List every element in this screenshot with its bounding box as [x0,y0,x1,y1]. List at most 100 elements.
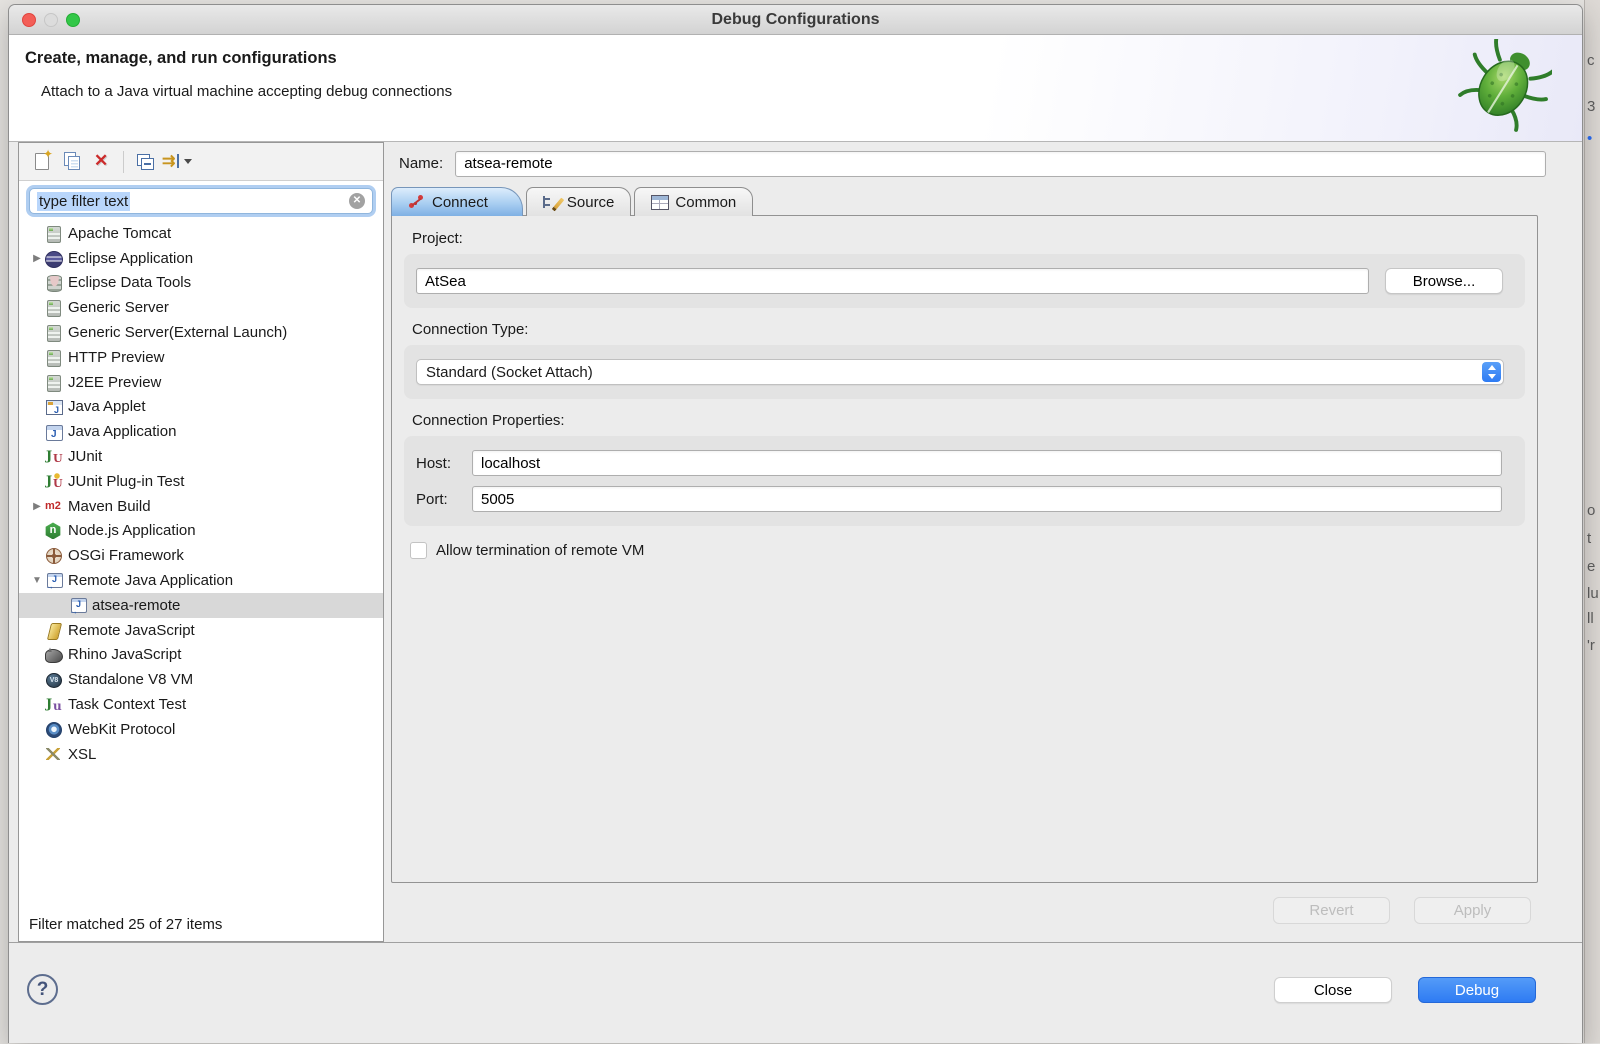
tree-item-junit[interactable]: JUnit [19,444,383,469]
apply-button[interactable]: Apply [1414,897,1531,924]
tree-item-label: Standalone V8 VM [68,671,193,688]
window-title: Debug Configurations [712,11,880,29]
rhino-icon [45,646,62,663]
tab-label: Source [567,194,615,211]
disclosure-triangle[interactable]: ▼ [29,575,45,586]
zoom-window-icon[interactable] [66,13,80,27]
tree-item-label: XSL [68,746,96,763]
project-field[interactable] [416,268,1369,294]
xsl-icon [45,746,62,763]
dialog-footer: ? Close Debug [9,942,1582,1044]
background-text-fragment: o [1587,502,1595,519]
collapse-all-button[interactable] [132,149,158,175]
connection-type-value: Standard (Socket Attach) [426,364,593,381]
allow-termination-checkbox[interactable] [410,542,427,559]
dropdown-caret-icon [184,159,192,164]
tree-item-remote-javascript[interactable]: Remote JavaScript [19,618,383,643]
tree-item-label: atsea-remote [92,597,180,614]
tree-item-eclipse-data-tools[interactable]: Eclipse Data Tools [19,271,383,296]
tree-item-j2ee-preview[interactable]: J2EE Preview [19,370,383,395]
tree-item-webkit-protocol[interactable]: WebKit Protocol [19,717,383,742]
tree-item-apache-tomcat[interactable]: Apache Tomcat [19,221,383,246]
collapse-all-icon [141,158,154,170]
new-configuration-button[interactable] [29,149,55,175]
background-text-fragment: lu [1587,585,1599,602]
tree-item-task-context-test[interactable]: Task Context Test [19,692,383,717]
connection-properties-label: Connection Properties: [412,412,1525,429]
tree-item-remote-java-application[interactable]: ▼→Remote Java Application [19,568,383,593]
tab-source[interactable]: Source [526,187,632,216]
browse-button[interactable]: Browse... [1385,268,1503,294]
host-field[interactable] [472,450,1502,476]
background-text-fragment: c [1587,52,1595,69]
port-field[interactable] [472,486,1502,512]
help-button[interactable]: ? [27,974,58,1005]
tree-item-rhino-javascript[interactable]: Rhino JavaScript [19,643,383,668]
tree-item-java-application[interactable]: Java Application [19,419,383,444]
applet-icon [45,398,62,415]
tree-item-xsl[interactable]: XSL [19,742,383,767]
tree-item-generic-server[interactable]: Generic Server [19,295,383,320]
tree-item-generic-server-external-launch[interactable]: Generic Server(External Launch) [19,320,383,345]
remote-js-icon [45,622,62,639]
eclipse-icon [45,250,62,267]
background-window-sliver: c3•otelull'r [1584,0,1600,1043]
tree-item-eclipse-application[interactable]: ▶ Eclipse Application [19,246,383,271]
tree-item-label: Java Applet [68,398,146,415]
background-text-fragment: t [1587,530,1591,547]
disclosure-triangle[interactable]: ▶ [29,253,45,264]
titlebar[interactable]: Debug Configurations [9,5,1582,35]
tree-item-label: WebKit Protocol [68,721,175,738]
server-icon [45,225,62,242]
configurations-sidebar: type filter text ✕ Apache Tomcat ▶ Eclipse… [18,142,384,942]
tree-item-label: Eclipse Application [68,250,193,267]
tree-item-maven-build[interactable]: ▶Maven Build [19,494,383,519]
nodejs-icon [45,522,62,539]
tree-item-label: JUnit Plug-in Test [68,473,184,490]
minimize-window-icon[interactable] [44,13,58,27]
clear-icon[interactable]: ✕ [349,193,365,209]
tree-item-label: HTTP Preview [68,349,164,366]
tree-item-label: Rhino JavaScript [68,646,181,663]
revert-button[interactable]: Revert [1273,897,1390,924]
debug-bug-icon [1456,39,1552,135]
filter-input[interactable]: type filter text ✕ [29,188,373,214]
tab-label: Common [675,194,736,211]
debug-button[interactable]: Debug [1418,977,1536,1003]
tree-item-java-applet[interactable]: Java Applet [19,395,383,420]
background-text-fragment: 3 [1587,98,1595,115]
tab-connect[interactable]: Connect [391,187,523,216]
duplicate-configuration-button[interactable] [59,149,85,175]
tree-item-atsea-remote[interactable]: → atsea-remote [19,593,383,618]
common-icon [651,194,668,210]
banner-subtitle: Attach to a Java virtual machine accepti… [41,83,452,100]
name-field[interactable] [455,151,1546,177]
project-group: Browse... [404,254,1525,308]
close-window-icon[interactable] [22,13,36,27]
remote-java-icon: → [69,597,86,614]
v8-icon [45,671,62,688]
tree-item-label: Node.js Application [68,522,196,539]
close-button[interactable]: Close [1274,977,1392,1003]
connect-icon [408,194,425,210]
filter-configurations-button[interactable] [162,149,192,175]
tree-item-label: Java Application [68,423,176,440]
tree-item-http-preview[interactable]: HTTP Preview [19,345,383,370]
connection-properties-group: Host: Port: [404,436,1525,526]
filter-input-value: type filter text [37,192,130,211]
sidebar-toolbar [19,143,383,181]
tab-label: Connect [432,194,488,211]
tree-item-node-js-application[interactable]: Node.js Application [19,519,383,544]
tree-item-osgi-framework[interactable]: OSGi Framework [19,543,383,568]
configuration-detail-panel: Name: ConnectSourceCommon Project: Brows… [391,142,1546,942]
disclosure-triangle[interactable]: ▶ [29,501,45,512]
tree-item-label: Eclipse Data Tools [68,274,191,291]
delete-configuration-button[interactable] [89,149,115,175]
toolbar-separator [123,151,124,173]
debug-configurations-dialog: Debug Configurations Create, manage, and… [8,4,1583,1043]
tab-common[interactable]: Common [634,187,753,216]
tree-item-standalone-v8-vm[interactable]: Standalone V8 VM [19,667,383,692]
connection-type-select[interactable]: Standard (Socket Attach) [416,359,1504,385]
tree-item-junit-plug-in-test[interactable]: JUnit Plug-in Test [19,469,383,494]
tree-item-label: Apache Tomcat [68,225,171,242]
